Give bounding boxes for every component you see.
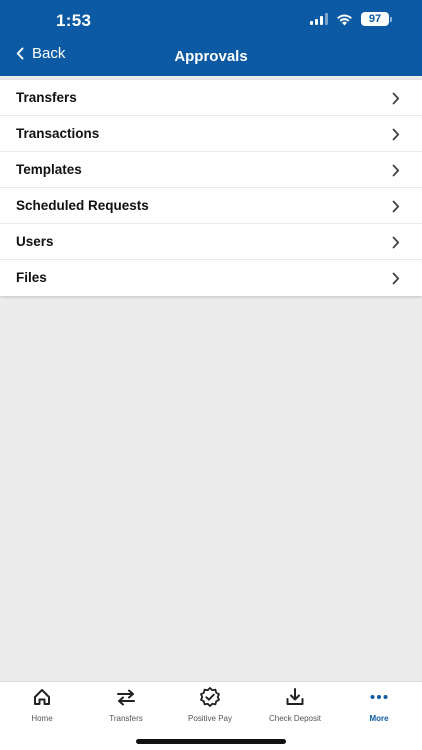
list-item-label: Users [16,234,54,249]
chevron-right-icon [392,92,400,105]
home-icon [34,689,50,705]
navigation-bar: Back Approvals [0,40,422,74]
battery-icon: 97 [361,12,392,26]
list-item-files[interactable]: Files [0,260,422,296]
badge-check-icon [200,687,220,707]
list-item-transfers[interactable]: Transfers [0,80,422,116]
chevron-right-icon [392,272,400,285]
status-time: 1:53 [56,11,92,30]
chevron-right-icon [392,200,400,213]
status-icons: 97 [310,12,392,26]
more-dots-icon [370,695,388,699]
wifi-icon [337,14,352,25]
tab-label: Check Deposit [268,714,322,723]
download-tray-icon [286,688,304,705]
chevron-right-icon [392,164,400,177]
chevron-right-icon [392,128,400,141]
signal-icon [310,13,328,25]
list-item-users[interactable]: Users [0,224,422,260]
approvals-list: Transfers Transactions Templates Schedul… [0,80,422,296]
chevron-right-icon [392,236,400,249]
app-header: 1:53 97 Back Approvals [0,0,422,76]
list-item-label: Scheduled Requests [16,198,149,213]
tab-label: Positive Pay [187,714,233,723]
transfer-arrows-icon [117,689,135,706]
list-item-templates[interactable]: Templates [0,152,422,188]
home-indicator [136,739,286,744]
tab-label: Transfers [109,714,143,723]
tab-home[interactable]: Home [0,686,84,726]
status-bar: 1:53 97 [0,0,422,40]
tab-more[interactable]: More [337,686,421,726]
list-item-label: Transfers [16,90,77,105]
tab-label: More [369,714,389,723]
list-item-transactions[interactable]: Transactions [0,116,422,152]
page-title: Approvals [174,48,248,65]
tab-label: Home [31,714,53,723]
tab-check-deposit[interactable]: Check Deposit [253,686,337,726]
tab-positive-pay[interactable]: Positive Pay [168,686,252,726]
battery-level: 97 [361,12,389,26]
list-item-label: Files [16,270,47,285]
list-item-scheduled-requests[interactable]: Scheduled Requests [0,188,422,224]
list-item-label: Templates [16,162,82,177]
list-item-label: Transactions [16,126,100,141]
tab-transfers[interactable]: Transfers [84,686,168,726]
